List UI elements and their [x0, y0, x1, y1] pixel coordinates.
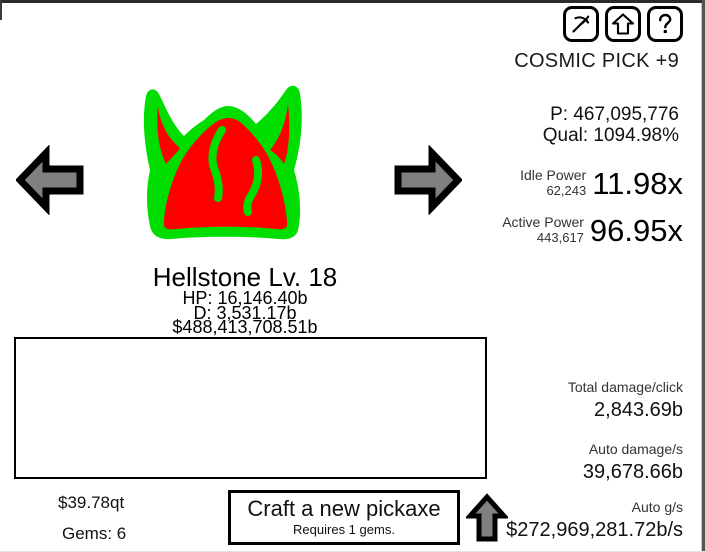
- money-amount: $39.78qt: [58, 493, 125, 512]
- auto-gold-value: $272,969,281.72b/s: [506, 518, 683, 541]
- total-damage-per-click-value: 2,843.69b: [594, 398, 683, 421]
- upgrade-button[interactable]: [605, 6, 641, 42]
- next-monster-button[interactable]: [390, 144, 463, 216]
- gems-amount: Gems: 6: [62, 524, 127, 543]
- left-arrow-icon: [15, 144, 88, 219]
- pickaxe-power-value: P: 467,095,776: [550, 104, 679, 125]
- idle-power-multiplier: 11.98x: [592, 166, 683, 201]
- active-power-value: 443,617: [536, 230, 584, 246]
- active-power-multiplier: 96.95x: [589, 213, 683, 248]
- window-left-border: [0, 0, 2, 20]
- panel-divider: [701, 3, 702, 552]
- craft-pickaxe-requirement: Requires 1 gems.: [293, 522, 395, 538]
- craft-pickaxe-label: Craft a new pickaxe: [247, 496, 441, 522]
- pickaxe-button[interactable]: [563, 6, 599, 42]
- pickaxe-quality-value: Qual: 1094.98%: [542, 124, 679, 146]
- pickaxe-icon: [569, 12, 593, 36]
- up-arrow-icon: [464, 493, 510, 548]
- idle-power-label: Idle Power: [520, 167, 587, 184]
- auto-damage-value: 39,678.66b: [582, 460, 683, 483]
- help-button[interactable]: [647, 6, 683, 42]
- hellstone-sprite[interactable]: [128, 72, 323, 267]
- auto-damage-stat: Auto damage/s 39,678.66b: [583, 440, 683, 485]
- monster-gold-reward: $488,413,708.51b: [172, 317, 318, 337]
- up-arrow-icon: [611, 12, 635, 36]
- upgrade-list-panel[interactable]: [14, 337, 487, 479]
- craft-upgrade-arrow-button[interactable]: [464, 492, 510, 544]
- toolbar: [563, 6, 683, 42]
- auto-gold-stat: Auto g/s $272,969,281.72b/s: [506, 498, 683, 543]
- total-damage-per-click-stat: Total damage/click 2,843.69b: [568, 378, 683, 423]
- idle-power-block: Idle Power 62,243 11.98x: [520, 168, 683, 199]
- total-damage-per-click-label: Total damage/click: [567, 379, 683, 395]
- previous-monster-button[interactable]: [15, 144, 88, 216]
- auto-gold-label: Auto g/s: [631, 499, 683, 515]
- pickaxe-title: COSMIC PICK +9: [514, 50, 679, 72]
- window-top-border: [0, 0, 705, 3]
- pickaxe-stats: P: 467,095,776 Qual: 1094.98%: [542, 104, 679, 146]
- right-arrow-icon: [390, 144, 463, 219]
- active-power-block: Active Power 443,617 96.95x: [502, 215, 683, 246]
- auto-damage-label: Auto damage/s: [588, 441, 683, 457]
- game-window: COSMIC PICK +9 P: 467,095,776 Qual: 1094…: [0, 0, 705, 552]
- question-mark-icon: [653, 12, 677, 36]
- idle-power-value: 62,243: [546, 183, 587, 199]
- active-power-label: Active Power: [502, 214, 584, 231]
- idle-power-labels: Idle Power 62,243: [520, 168, 586, 198]
- craft-pickaxe-button[interactable]: Craft a new pickaxe Requires 1 gems.: [228, 490, 460, 545]
- active-power-labels: Active Power 443,617: [502, 215, 584, 245]
